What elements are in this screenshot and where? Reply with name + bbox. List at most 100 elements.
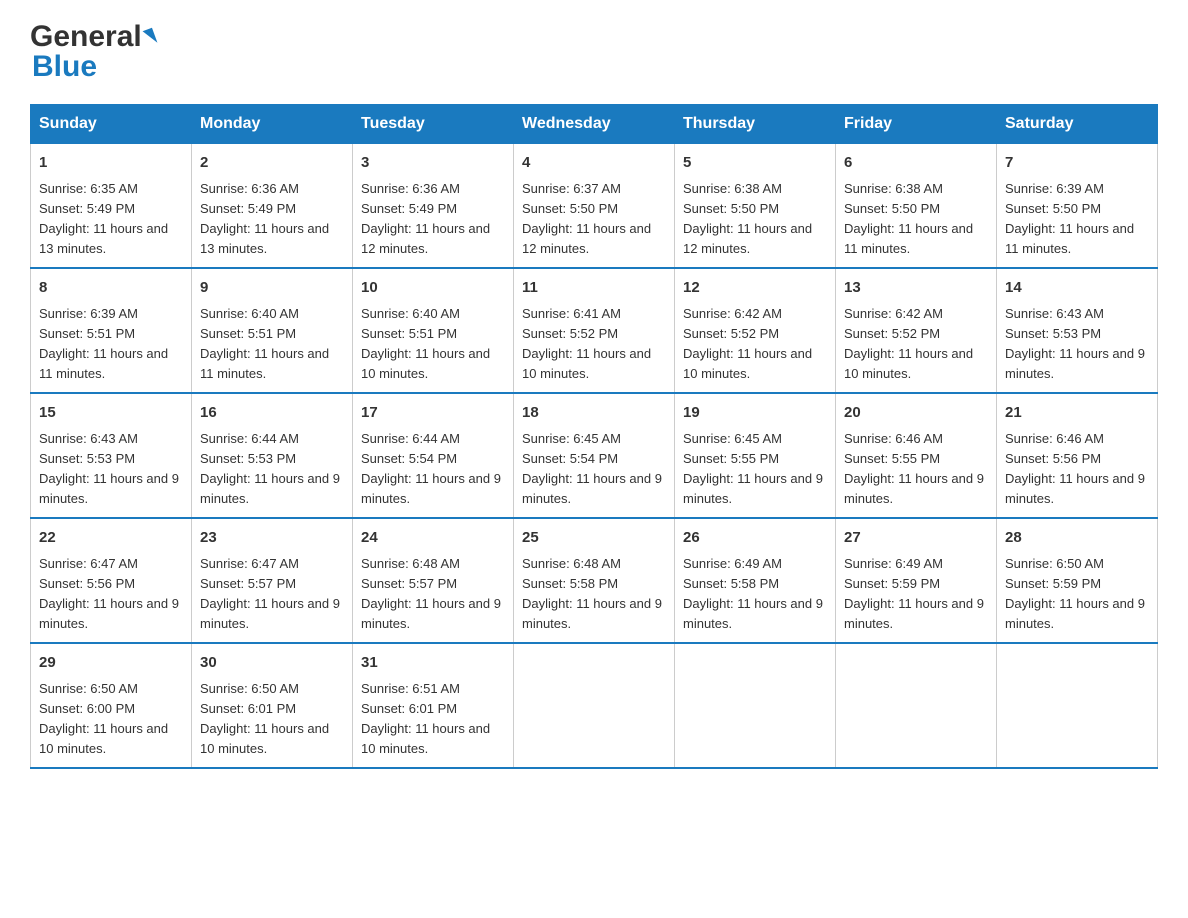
day-number: 2 (200, 152, 344, 175)
calendar-week-row: 1 Sunrise: 6:35 AMSunset: 5:49 PMDaylight… (31, 144, 1158, 269)
day-number: 4 (522, 152, 666, 175)
day-info: Sunrise: 6:40 AMSunset: 5:51 PMDaylight:… (361, 306, 490, 381)
day-info: Sunrise: 6:38 AMSunset: 5:50 PMDaylight:… (683, 181, 812, 256)
day-number: 21 (1005, 402, 1149, 425)
day-info: Sunrise: 6:46 AMSunset: 5:56 PMDaylight:… (1005, 431, 1145, 506)
logo-blue-text: Blue (30, 50, 97, 84)
day-number: 1 (39, 152, 183, 175)
day-info: Sunrise: 6:49 AMSunset: 5:59 PMDaylight:… (844, 556, 984, 631)
calendar-week-row: 29 Sunrise: 6:50 AMSunset: 6:00 PMDayligh… (31, 643, 1158, 768)
day-info: Sunrise: 6:44 AMSunset: 5:53 PMDaylight:… (200, 431, 340, 506)
day-number: 10 (361, 277, 505, 300)
day-number: 26 (683, 527, 827, 550)
day-info: Sunrise: 6:43 AMSunset: 5:53 PMDaylight:… (39, 431, 179, 506)
day-number: 22 (39, 527, 183, 550)
day-info: Sunrise: 6:40 AMSunset: 5:51 PMDaylight:… (200, 306, 329, 381)
day-info: Sunrise: 6:36 AMSunset: 5:49 PMDaylight:… (361, 181, 490, 256)
day-info: Sunrise: 6:43 AMSunset: 5:53 PMDaylight:… (1005, 306, 1145, 381)
day-info: Sunrise: 6:48 AMSunset: 5:57 PMDaylight:… (361, 556, 501, 631)
weekday-header-wednesday: Wednesday (514, 105, 675, 144)
day-number: 9 (200, 277, 344, 300)
day-info: Sunrise: 6:51 AMSunset: 6:01 PMDaylight:… (361, 681, 490, 756)
weekday-header-tuesday: Tuesday (353, 105, 514, 144)
calendar-cell: 21 Sunrise: 6:46 AMSunset: 5:56 PMDayligh… (997, 393, 1158, 518)
day-number: 29 (39, 652, 183, 675)
calendar-cell: 27 Sunrise: 6:49 AMSunset: 5:59 PMDayligh… (836, 518, 997, 643)
calendar-cell (514, 643, 675, 768)
day-number: 13 (844, 277, 988, 300)
calendar-cell: 1 Sunrise: 6:35 AMSunset: 5:49 PMDaylight… (31, 144, 192, 269)
calendar-cell: 3 Sunrise: 6:36 AMSunset: 5:49 PMDaylight… (353, 144, 514, 269)
day-number: 23 (200, 527, 344, 550)
calendar-cell: 2 Sunrise: 6:36 AMSunset: 5:49 PMDaylight… (192, 144, 353, 269)
day-info: Sunrise: 6:39 AMSunset: 5:51 PMDaylight:… (39, 306, 168, 381)
calendar-cell: 16 Sunrise: 6:44 AMSunset: 5:53 PMDayligh… (192, 393, 353, 518)
calendar-cell: 14 Sunrise: 6:43 AMSunset: 5:53 PMDayligh… (997, 268, 1158, 393)
day-number: 5 (683, 152, 827, 175)
weekday-header-friday: Friday (836, 105, 997, 144)
day-info: Sunrise: 6:37 AMSunset: 5:50 PMDaylight:… (522, 181, 651, 256)
day-number: 27 (844, 527, 988, 550)
calendar-cell: 10 Sunrise: 6:40 AMSunset: 5:51 PMDayligh… (353, 268, 514, 393)
calendar-cell: 17 Sunrise: 6:44 AMSunset: 5:54 PMDayligh… (353, 393, 514, 518)
day-info: Sunrise: 6:44 AMSunset: 5:54 PMDaylight:… (361, 431, 501, 506)
day-info: Sunrise: 6:50 AMSunset: 5:59 PMDaylight:… (1005, 556, 1145, 631)
calendar-cell: 23 Sunrise: 6:47 AMSunset: 5:57 PMDayligh… (192, 518, 353, 643)
day-number: 15 (39, 402, 183, 425)
calendar-week-row: 22Sunrise: 6:47 AMSunset: 5:56 PMDayligh… (31, 518, 1158, 643)
day-info: Sunrise: 6:42 AMSunset: 5:52 PMDaylight:… (844, 306, 973, 381)
day-number: 7 (1005, 152, 1149, 175)
day-info: Sunrise: 6:35 AMSunset: 5:49 PMDaylight:… (39, 181, 168, 256)
day-number: 31 (361, 652, 505, 675)
day-info: Sunrise: 6:46 AMSunset: 5:55 PMDaylight:… (844, 431, 984, 506)
day-number: 12 (683, 277, 827, 300)
page-header: General Blue (30, 20, 1158, 84)
day-info: Sunrise: 6:50 AMSunset: 6:00 PMDaylight:… (39, 681, 168, 756)
day-number: 3 (361, 152, 505, 175)
calendar-cell: 7 Sunrise: 6:39 AMSunset: 5:50 PMDaylight… (997, 144, 1158, 269)
day-info: Sunrise: 6:47 AMSunset: 5:57 PMDaylight:… (200, 556, 340, 631)
day-info: Sunrise: 6:45 AMSunset: 5:55 PMDaylight:… (683, 431, 823, 506)
calendar-cell: 12 Sunrise: 6:42 AMSunset: 5:52 PMDayligh… (675, 268, 836, 393)
day-number: 17 (361, 402, 505, 425)
calendar-cell: 5 Sunrise: 6:38 AMSunset: 5:50 PMDaylight… (675, 144, 836, 269)
weekday-header-sunday: Sunday (31, 105, 192, 144)
calendar-cell: 4 Sunrise: 6:37 AMSunset: 5:50 PMDaylight… (514, 144, 675, 269)
weekday-header-monday: Monday (192, 105, 353, 144)
day-number: 11 (522, 277, 666, 300)
day-info: Sunrise: 6:48 AMSunset: 5:58 PMDaylight:… (522, 556, 662, 631)
calendar-cell: 22Sunrise: 6:47 AMSunset: 5:56 PMDayligh… (31, 518, 192, 643)
calendar-week-row: 8 Sunrise: 6:39 AMSunset: 5:51 PMDaylight… (31, 268, 1158, 393)
logo-general-text: General (30, 20, 142, 54)
day-info: Sunrise: 6:38 AMSunset: 5:50 PMDaylight:… (844, 181, 973, 256)
weekday-header-saturday: Saturday (997, 105, 1158, 144)
day-number: 14 (1005, 277, 1149, 300)
day-number: 16 (200, 402, 344, 425)
day-info: Sunrise: 6:49 AMSunset: 5:58 PMDaylight:… (683, 556, 823, 631)
calendar-cell: 11Sunrise: 6:41 AMSunset: 5:52 PMDayligh… (514, 268, 675, 393)
calendar-cell: 19Sunrise: 6:45 AMSunset: 5:55 PMDayligh… (675, 393, 836, 518)
day-number: 25 (522, 527, 666, 550)
calendar-cell: 15 Sunrise: 6:43 AMSunset: 5:53 PMDayligh… (31, 393, 192, 518)
calendar-cell: 29 Sunrise: 6:50 AMSunset: 6:00 PMDayligh… (31, 643, 192, 768)
day-number: 18 (522, 402, 666, 425)
calendar-cell: 24 Sunrise: 6:48 AMSunset: 5:57 PMDayligh… (353, 518, 514, 643)
calendar-cell: 18 Sunrise: 6:45 AMSunset: 5:54 PMDayligh… (514, 393, 675, 518)
day-info: Sunrise: 6:36 AMSunset: 5:49 PMDaylight:… (200, 181, 329, 256)
day-info: Sunrise: 6:42 AMSunset: 5:52 PMDaylight:… (683, 306, 812, 381)
logo-triangle-icon (142, 28, 157, 46)
day-number: 24 (361, 527, 505, 550)
weekday-header-thursday: Thursday (675, 105, 836, 144)
day-info: Sunrise: 6:45 AMSunset: 5:54 PMDaylight:… (522, 431, 662, 506)
calendar-cell: 31 Sunrise: 6:51 AMSunset: 6:01 PMDayligh… (353, 643, 514, 768)
calendar-cell (675, 643, 836, 768)
day-number: 28 (1005, 527, 1149, 550)
day-number: 8 (39, 277, 183, 300)
day-number: 30 (200, 652, 344, 675)
calendar-cell: 26 Sunrise: 6:49 AMSunset: 5:58 PMDayligh… (675, 518, 836, 643)
day-number: 6 (844, 152, 988, 175)
day-info: Sunrise: 6:39 AMSunset: 5:50 PMDaylight:… (1005, 181, 1134, 256)
day-info: Sunrise: 6:50 AMSunset: 6:01 PMDaylight:… (200, 681, 329, 756)
calendar-cell: 20Sunrise: 6:46 AMSunset: 5:55 PMDayligh… (836, 393, 997, 518)
calendar-cell: 8 Sunrise: 6:39 AMSunset: 5:51 PMDaylight… (31, 268, 192, 393)
